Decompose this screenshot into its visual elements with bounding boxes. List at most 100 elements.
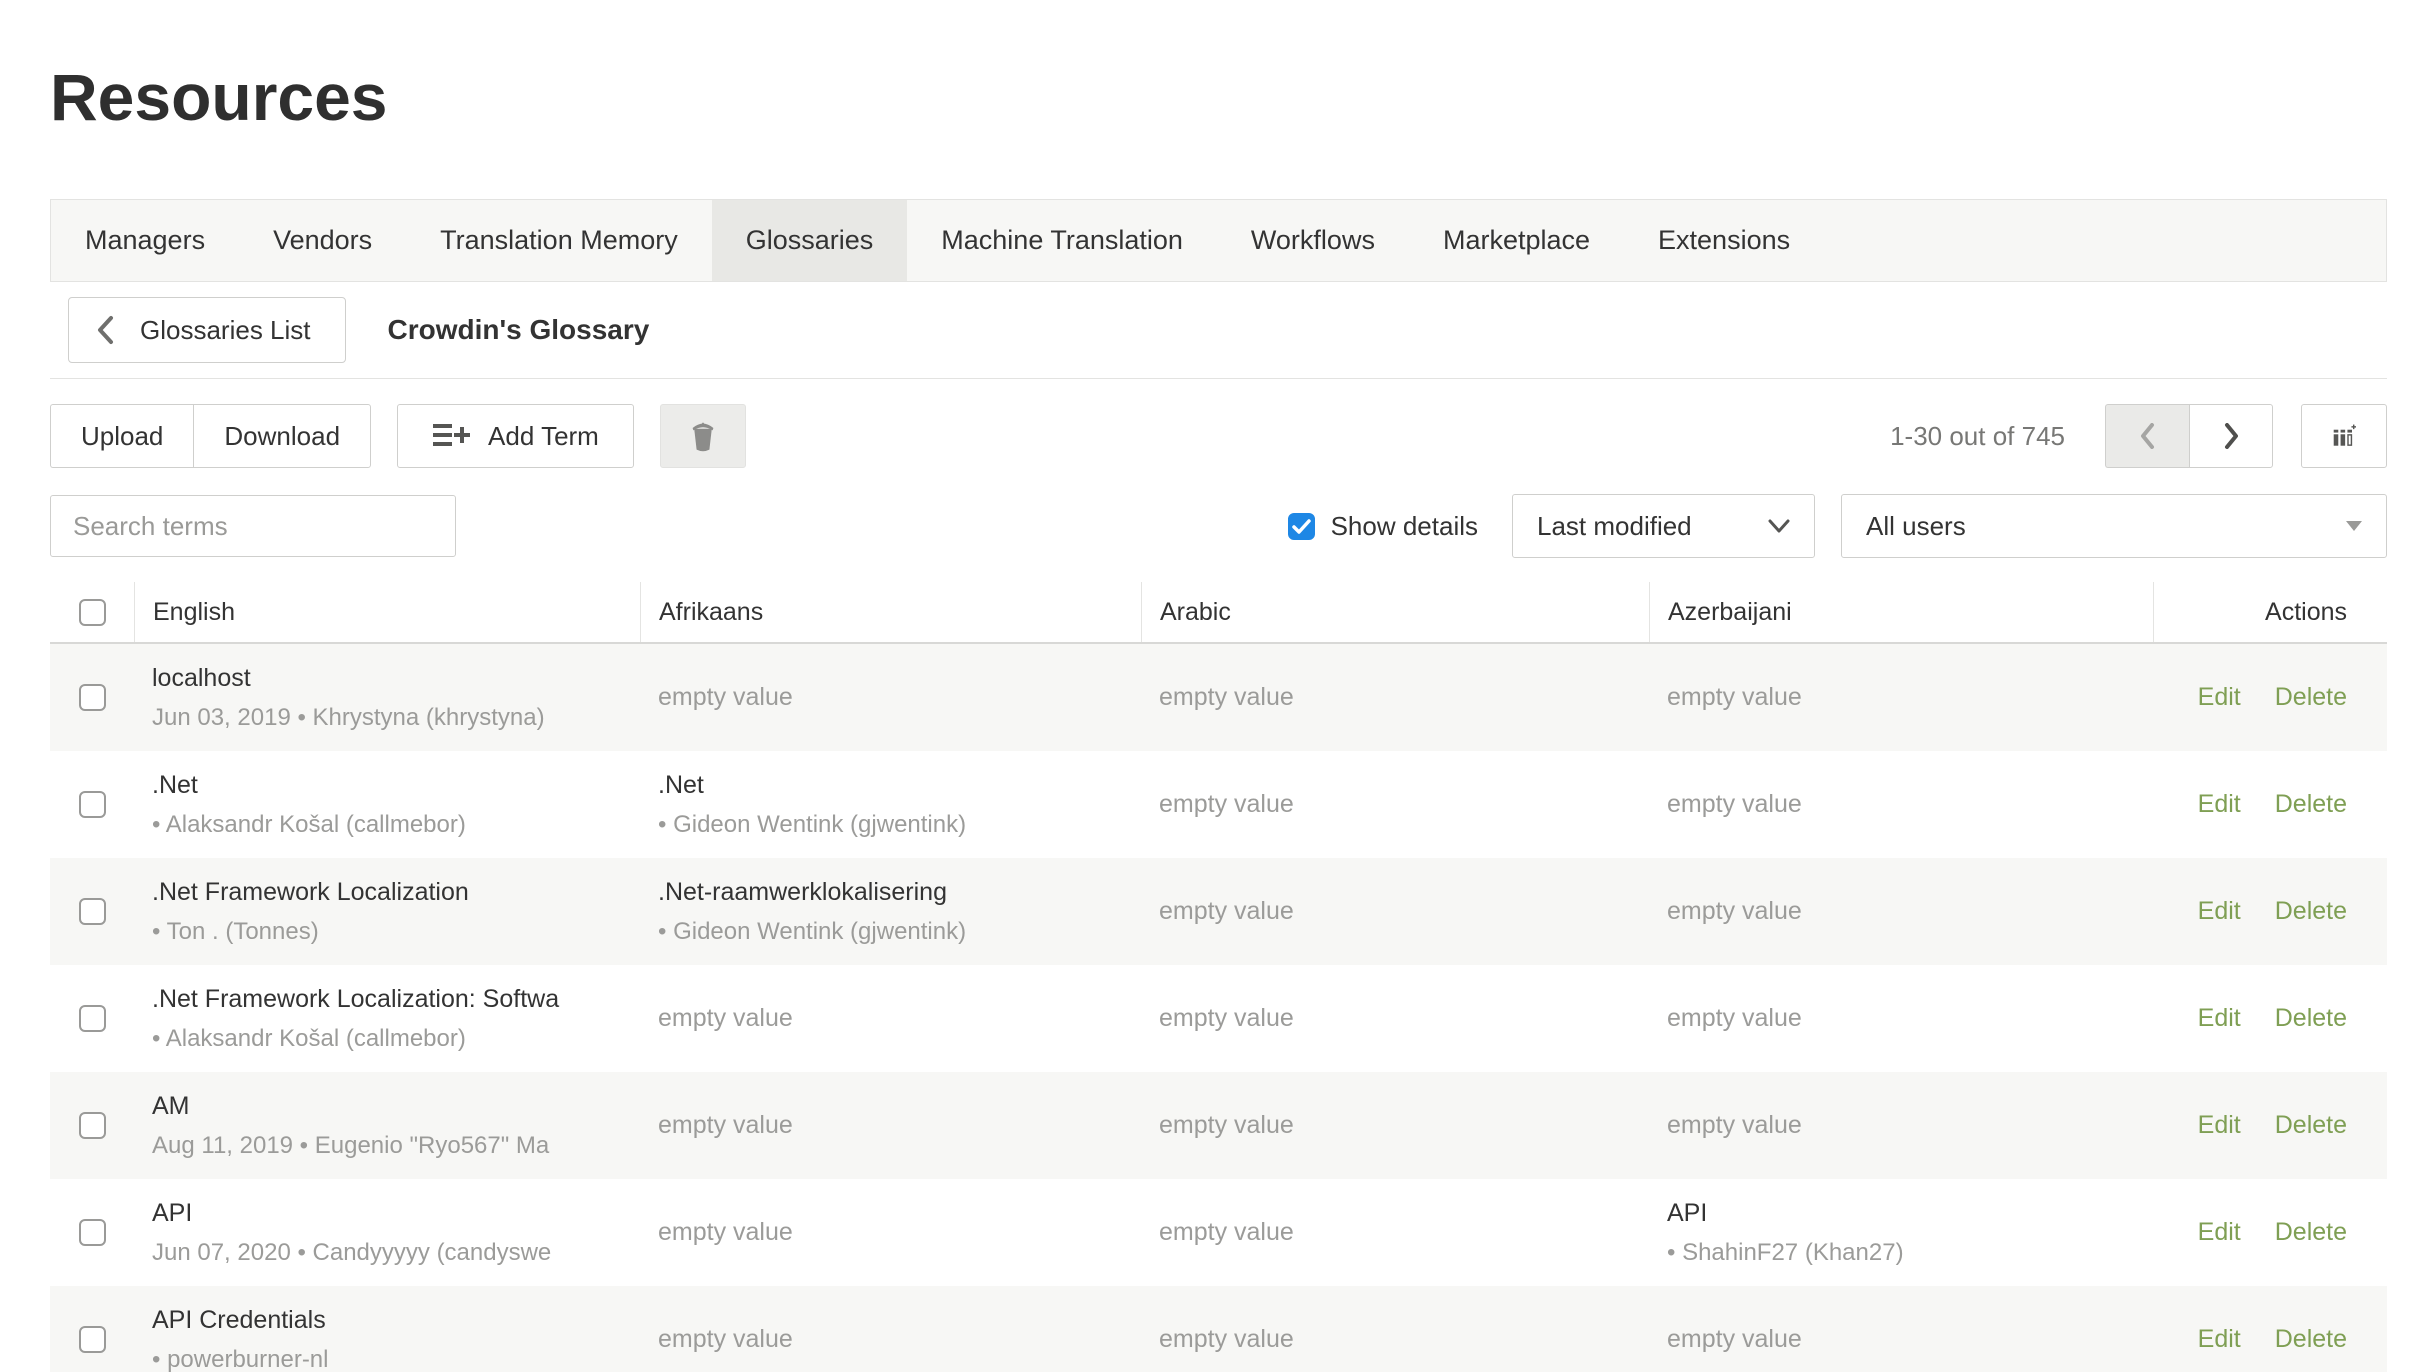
add-term-button[interactable]: Add Term: [397, 404, 634, 468]
delete-link[interactable]: Delete: [2275, 1325, 2347, 1354]
azerbaijani-cell: empty value: [1649, 1286, 2153, 1372]
tab-workflows[interactable]: Workflows: [1217, 200, 1409, 281]
chevron-left-icon: [97, 315, 114, 345]
delete-link[interactable]: Delete: [2275, 1218, 2347, 1247]
edit-link[interactable]: Edit: [2198, 1004, 2241, 1033]
glossary-table: EnglishAfrikaansArabicAzerbaijaniActions…: [50, 582, 2387, 1372]
glossaries-list-label: Glossaries List: [140, 315, 311, 346]
tab-glossaries[interactable]: Glossaries: [712, 200, 908, 281]
edit-link[interactable]: Edit: [2198, 1111, 2241, 1140]
term-detail: • Gideon Wentink (gjwentink): [658, 918, 1131, 946]
row-checkbox[interactable]: [79, 1219, 106, 1246]
edit-link[interactable]: Edit: [2198, 897, 2241, 926]
afrikaans-cell: empty value: [640, 1072, 1141, 1179]
prev-page-button[interactable]: [2105, 404, 2189, 468]
english-cell: .Net • Alaksandr Košal (callmebor): [134, 751, 640, 858]
term-text: .Net: [152, 771, 630, 800]
actions-cell: Edit Delete: [2153, 1286, 2387, 1372]
afrikaans-cell: .Net-raamwerklokalisering • Gideon Wentin…: [640, 858, 1141, 965]
show-details-checkbox[interactable]: [1288, 513, 1315, 540]
row-select-cell: [50, 1072, 134, 1179]
table-row: AMAug 11, 2019 • Eugenio "Ryo567" Ma empt…: [50, 1072, 2387, 1179]
delete-link[interactable]: Delete: [2275, 683, 2347, 712]
filter-bar: Show details Last modified All users: [50, 494, 2387, 558]
delete-selected-button[interactable]: [660, 404, 746, 468]
tab-marketplace[interactable]: Marketplace: [1409, 200, 1624, 281]
resources-page: Resources ManagersVendorsTranslation Mem…: [50, 52, 2387, 1372]
row-select-cell: [50, 965, 134, 1072]
delete-link[interactable]: Delete: [2275, 1004, 2347, 1033]
table-row: APIJun 07, 2020 • Candyyyyy (candysweemp…: [50, 1179, 2387, 1286]
next-page-button[interactable]: [2189, 404, 2273, 468]
actions-cell: Edit Delete: [2153, 644, 2387, 751]
edit-link[interactable]: Edit: [2198, 683, 2241, 712]
empty-value-label: empty value: [1667, 1325, 2143, 1354]
actions-cell: Edit Delete: [2153, 858, 2387, 965]
pagination-controls: [2105, 404, 2273, 468]
afrikaans-cell: empty value: [640, 644, 1141, 751]
term-detail: • powerburner-nl: [152, 1346, 630, 1372]
term-detail: • Gideon Wentink (gjwentink): [658, 811, 1131, 839]
column-header-arabic: Arabic: [1141, 582, 1649, 642]
columns-settings-button[interactable]: [2301, 404, 2387, 468]
arabic-cell: empty value: [1141, 965, 1649, 1072]
term-detail: • Alaksandr Košal (callmebor): [152, 811, 630, 839]
edit-link[interactable]: Edit: [2198, 790, 2241, 819]
edit-link[interactable]: Edit: [2198, 1218, 2241, 1247]
empty-value-label: empty value: [1667, 1111, 2143, 1140]
empty-value-label: empty value: [658, 1325, 1131, 1354]
chevron-right-icon: [2224, 423, 2239, 449]
actions-cell: Edit Delete: [2153, 1072, 2387, 1179]
actions-cell: Edit Delete: [2153, 1179, 2387, 1286]
row-checkbox[interactable]: [79, 1112, 106, 1139]
sort-select[interactable]: Last modified: [1512, 494, 1815, 558]
upload-download-group: Upload Download: [50, 404, 371, 468]
term-text: .Net-raamwerklokalisering: [658, 878, 1131, 907]
tab-managers[interactable]: Managers: [51, 200, 239, 281]
delete-link[interactable]: Delete: [2275, 897, 2347, 926]
row-checkbox[interactable]: [79, 1326, 106, 1353]
search-input[interactable]: [50, 495, 456, 557]
row-checkbox[interactable]: [79, 791, 106, 818]
tab-machine-translation[interactable]: Machine Translation: [907, 200, 1217, 281]
empty-value-label: empty value: [1159, 790, 1639, 819]
download-label: Download: [224, 421, 340, 452]
upload-button[interactable]: Upload: [50, 404, 193, 468]
check-icon: [1292, 519, 1311, 534]
row-select-cell: [50, 644, 134, 751]
empty-value-label: empty value: [1159, 1004, 1639, 1033]
empty-value-label: empty value: [1667, 683, 2143, 712]
empty-value-label: empty value: [1159, 683, 1639, 712]
delete-link[interactable]: Delete: [2275, 790, 2347, 819]
select-all-checkbox[interactable]: [79, 599, 106, 626]
glossaries-list-button[interactable]: Glossaries List: [68, 297, 346, 363]
english-cell: AMAug 11, 2019 • Eugenio "Ryo567" Ma: [134, 1072, 640, 1179]
empty-value-label: empty value: [1159, 1325, 1639, 1354]
columns-settings-icon: [2332, 415, 2356, 457]
empty-value-label: empty value: [1159, 1111, 1639, 1140]
table-header-row: EnglishAfrikaansArabicAzerbaijaniActions: [50, 582, 2387, 644]
afrikaans-cell: empty value: [640, 1179, 1141, 1286]
tab-extensions[interactable]: Extensions: [1624, 200, 1824, 281]
edit-link[interactable]: Edit: [2198, 1325, 2241, 1354]
resources-tabbar: ManagersVendorsTranslation MemoryGlossar…: [50, 199, 2387, 282]
tab-vendors[interactable]: Vendors: [239, 200, 406, 281]
term-text: API: [152, 1199, 630, 1228]
download-button[interactable]: Download: [193, 404, 371, 468]
users-filter-select[interactable]: All users: [1841, 494, 2387, 558]
arabic-cell: empty value: [1141, 751, 1649, 858]
term-detail: Aug 11, 2019 • Eugenio "Ryo567" Ma: [152, 1132, 630, 1160]
show-details-label: Show details: [1331, 511, 1478, 542]
table-body: localhostJun 03, 2019 • Khrystyna (khrys…: [50, 644, 2387, 1372]
empty-value-label: empty value: [658, 1004, 1131, 1033]
row-checkbox[interactable]: [79, 898, 106, 925]
row-checkbox[interactable]: [79, 684, 106, 711]
column-header-english: English: [134, 582, 640, 642]
empty-value-label: empty value: [658, 1111, 1131, 1140]
delete-link[interactable]: Delete: [2275, 1111, 2347, 1140]
tab-translation-memory[interactable]: Translation Memory: [406, 200, 712, 281]
azerbaijani-cell: empty value: [1649, 751, 2153, 858]
afrikaans-cell: empty value: [640, 1286, 1141, 1372]
row-checkbox[interactable]: [79, 1005, 106, 1032]
glossary-header: Glossaries List Crowdin's Glossary: [50, 282, 2387, 379]
